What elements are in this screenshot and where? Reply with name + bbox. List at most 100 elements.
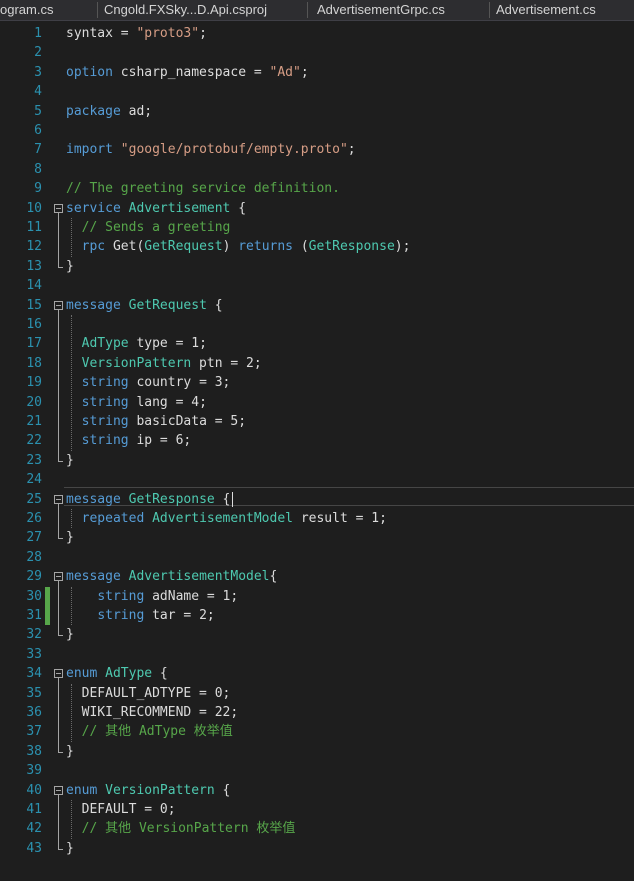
code-line[interactable]: 30 string adName = 1; [0,587,634,606]
code-line[interactable]: 37 // 其他 AdType 枚举值 [0,722,634,741]
line-number: 32 [26,627,42,643]
code-token: string [81,433,129,449]
code-line[interactable]: 5 package ad; [0,102,634,121]
code-token: VersionPattern [105,782,215,798]
outline-guide-end [58,751,63,753]
code-line[interactable]: 20 string lang = 4; [0,393,634,412]
code-line[interactable]: 34 enum AdType { [0,664,634,683]
code-line[interactable]: 3 option csharp_namespace = "Ad"; [0,63,634,82]
code-line[interactable]: 29 message AdvertisementModel{ [0,567,634,586]
code-text: AdType type = 1; [66,334,207,353]
line-number: 42 [26,821,42,837]
code-line[interactable]: 7 import "google/protobuf/empty.proto"; [0,140,634,159]
indent-guide [71,683,72,742]
tab-program-cs[interactable]: ogram.cs [0,0,95,20]
tab-advertisement-cs[interactable]: Advertisement.cs [496,0,634,20]
code-text: string adName = 1; [66,587,238,606]
line-number: 43 [26,840,42,856]
code-token: "google/protobuf/empty.proto" [120,142,348,158]
line-number: 11 [26,220,42,235]
collapse-icon[interactable] [54,572,63,582]
line-number: 28 [26,549,42,565]
code-line[interactable]: 4 [0,82,634,101]
code-token: result = 1; [293,511,387,526]
line-number: 9 [34,181,42,197]
code-line[interactable]: 13} [0,257,634,276]
line-number: 40 [26,782,42,798]
code-line[interactable]: 9 // The greeting service definition. [0,179,634,198]
code-line[interactable]: 24 [0,470,634,489]
code-line[interactable]: 38} [0,742,634,761]
code-line[interactable]: 39 [0,761,634,780]
code-token: AdvertisementModel [128,569,270,585]
code-editor[interactable]: 1 syntax = "proto3"; 2 3 option csharp_names… [0,21,634,881]
code-token: Advertisement [128,200,231,216]
code-line[interactable]: 11 // Sends a greeting [0,218,634,237]
collapse-icon[interactable] [54,203,63,213]
collapse-icon[interactable] [54,669,63,679]
code-token: syntax = [66,26,137,41]
code-line[interactable]: 31 string tar = 2; [0,606,634,625]
code-line[interactable]: 36 WIKI_RECOMMEND = 22; [0,703,634,722]
code-line[interactable]: 41 DEFAULT = 0; [0,800,634,819]
code-line[interactable]: 12 rpc Get(GetRequest) returns (GetRespo… [0,237,634,256]
tab-advertisement-grpc-cs[interactable]: AdvertisementGrpc.cs [317,0,487,20]
code-token: ptn = 2; [191,355,262,371]
code-line[interactable]: 25 message GetResponse { [0,490,634,509]
code-line[interactable]: 42 // 其他 VersionPattern 枚举值 [0,819,634,838]
code-line[interactable]: 33 [0,645,634,664]
code-line[interactable]: 43} [0,839,634,858]
code-token: tar = 2; [144,608,215,623]
code-token: ad; [120,103,153,119]
code-text: WIKI_RECOMMEND = 22; [66,703,239,722]
collapse-icon[interactable] [54,300,63,310]
text-caret [232,491,233,507]
code-token: ( [293,239,309,255]
code-line[interactable]: 22 string ip = 6; [0,431,634,450]
line-number: 23 [26,452,42,468]
code-token: } [66,743,74,759]
collapse-icon[interactable] [54,785,63,795]
line-number: 39 [26,763,42,779]
code-line[interactable]: 18 VersionPattern ptn = 2; [0,354,634,373]
code-token: WIKI_RECOMMEND = 22; [66,705,239,720]
code-line[interactable]: 21 string basicData = 5; [0,412,634,431]
tab-api-csproj[interactable]: Cngold.FXSky...D.Api.csproj [104,0,304,20]
code-line[interactable]: 23} [0,451,634,470]
code-line[interactable]: 19 string country = 3; [0,373,634,392]
code-line[interactable]: 10 service Advertisement { [0,199,634,218]
code-line[interactable]: 15 message GetRequest { [0,296,634,315]
code-line[interactable]: 28 [0,548,634,567]
code-line[interactable]: 2 [0,43,634,62]
code-text: syntax = "proto3"; [66,24,207,43]
code-token: GetResponse [128,491,215,507]
collapse-icon[interactable] [54,494,63,504]
code-line[interactable]: 16 [0,315,634,334]
code-line[interactable]: 35 DEFAULT_ADTYPE = 0; [0,684,634,703]
code-token: DEFAULT = 0; [66,802,176,817]
code-text: message GetRequest { [66,296,223,315]
code-line[interactable]: 8 [0,160,634,179]
code-line[interactable]: 27} [0,528,634,547]
code-line[interactable]: 40 enum VersionPattern { [0,781,634,800]
code-line[interactable]: 14 [0,276,634,295]
code-token: service [66,200,121,216]
code-line[interactable]: 17 AdType type = 1; [0,334,634,353]
line-number: 7 [34,142,42,158]
code-line[interactable]: 6 [0,121,634,140]
code-line[interactable]: 26 repeated AdvertisementModel result = … [0,509,634,528]
line-number: 13 [26,258,42,274]
code-token: "proto3" [136,26,200,41]
code-line[interactable]: 1 syntax = "proto3"; [0,24,634,43]
code-line[interactable]: 32} [0,625,634,644]
code-token: { [269,569,278,585]
